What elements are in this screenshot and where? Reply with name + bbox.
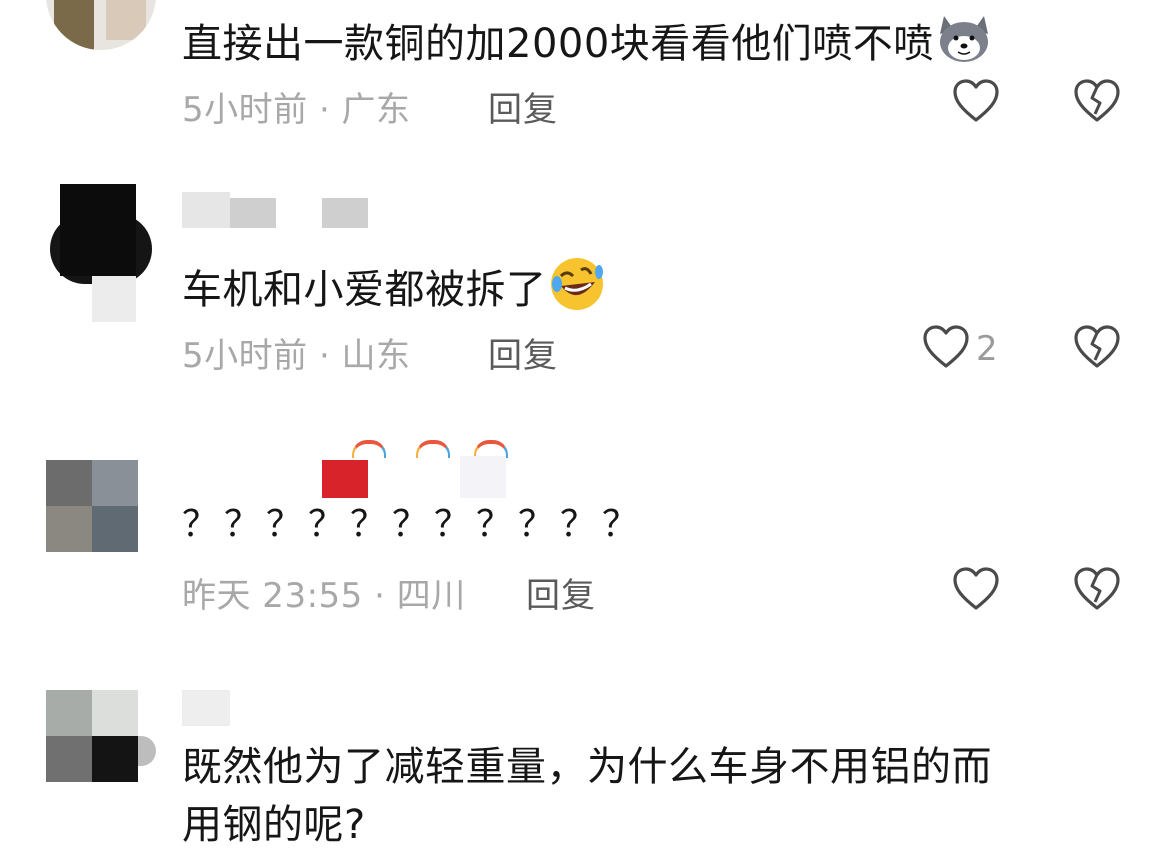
- dislike-button[interactable]: [1073, 324, 1121, 374]
- like-button[interactable]: 2: [922, 324, 998, 374]
- broken-heart-outline-icon: [1073, 325, 1121, 374]
- heart-outline-icon: [922, 324, 970, 374]
- reply-button[interactable]: 回复: [488, 328, 558, 377]
- husky-dog-emoji: [934, 8, 994, 84]
- comment-text-line2: 用钢的呢?: [182, 802, 366, 848]
- like-count: 2: [976, 329, 998, 369]
- rofl-emoji: [547, 254, 607, 330]
- reply-button[interactable]: 回复: [526, 568, 596, 617]
- avatar[interactable]: [46, 460, 138, 552]
- username-blurred: [182, 192, 412, 228]
- comment-meta: 5小时前 · 山东: [182, 336, 411, 376]
- comment-text: 直接出一款铜的加2000块看看他们喷不喷: [182, 8, 994, 84]
- comment-text: ？？？？？？？？？？？: [182, 504, 645, 545]
- heart-outline-icon: [952, 566, 1000, 616]
- dislike-button[interactable]: [1073, 566, 1121, 616]
- like-button[interactable]: [952, 566, 1000, 616]
- broken-heart-outline-icon: [1073, 567, 1121, 616]
- avatar[interactable]: [46, 0, 156, 50]
- comment-meta: 5小时前 · 广东: [182, 90, 411, 130]
- reply-button[interactable]: 回复: [488, 82, 558, 131]
- comment-meta: 昨天 23:55 · 四川: [182, 576, 466, 616]
- comment-text-line1: 既然他为了减轻重量，为什么车身不用铝的而: [182, 744, 992, 790]
- broken-heart-outline-icon: [1073, 79, 1121, 128]
- heart-outline-icon: [952, 78, 1000, 128]
- avatar[interactable]: [46, 690, 156, 782]
- username-blurred: [182, 690, 232, 726]
- like-button[interactable]: [952, 78, 1000, 128]
- dislike-button[interactable]: [1073, 78, 1121, 128]
- comment-text: 车机和小爱都被拆了: [182, 254, 607, 330]
- avatar[interactable]: [46, 184, 156, 324]
- username-blurred: [182, 440, 522, 500]
